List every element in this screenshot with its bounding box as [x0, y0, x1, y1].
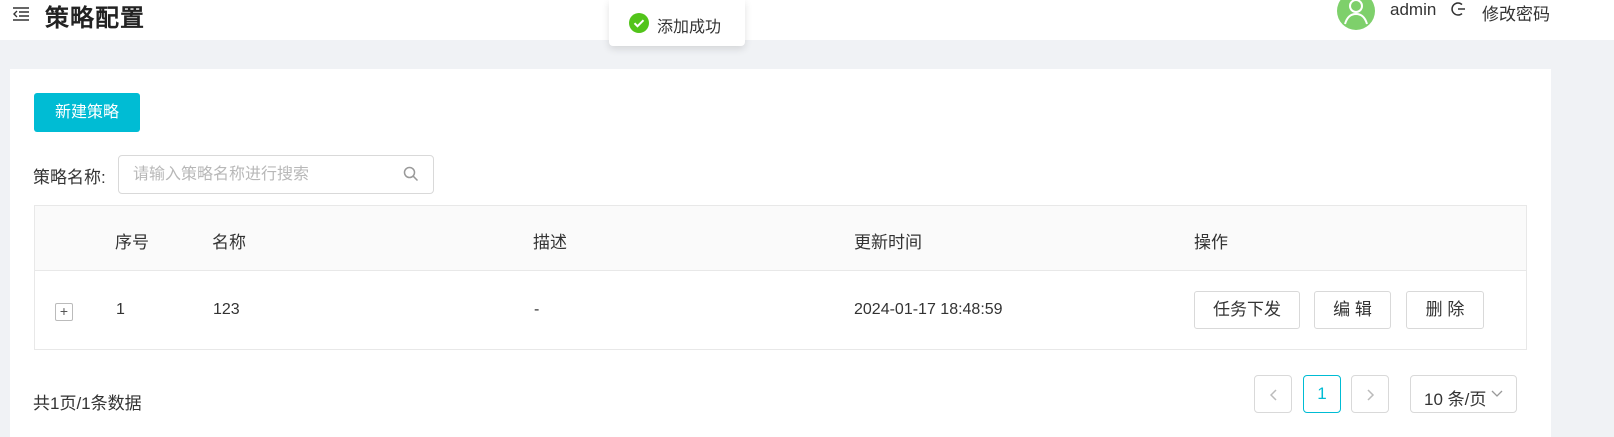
content-card: 新建策略 策略名称: 序号 名称 描述 更新时间 操作 + 1 123 - 20…	[10, 69, 1551, 437]
search-input[interactable]	[133, 164, 393, 186]
username[interactable]: admin	[1390, 0, 1436, 20]
logout-icon[interactable]	[1451, 1, 1467, 17]
strategy-table: 序号 名称 描述 更新时间 操作 + 1 123 - 2024-01-17 18…	[34, 205, 1527, 350]
search-icon[interactable]	[403, 166, 419, 182]
menu-fold-icon[interactable]	[12, 6, 30, 22]
chevron-left-icon	[1269, 389, 1277, 401]
top-bar: 策略配置 admin 修改密码	[0, 0, 1614, 40]
dispatch-task-button[interactable]: 任务下发	[1194, 291, 1300, 329]
expand-row-button[interactable]: +	[55, 303, 73, 321]
cell-updated-time: 2024-01-17 18:48:59	[854, 301, 1003, 318]
avatar[interactable]	[1337, 0, 1375, 30]
prev-page-button[interactable]	[1254, 375, 1292, 413]
change-password-link[interactable]: 修改密码	[1482, 0, 1550, 25]
column-header-index: 序号	[115, 233, 149, 252]
new-strategy-button[interactable]: 新建策略	[34, 93, 140, 132]
table-row: + 1 123 - 2024-01-17 18:48:59 任务下发 编 辑 删…	[35, 271, 1526, 349]
column-header-actions: 操作	[1194, 233, 1228, 252]
toast-message: 添加成功	[657, 19, 722, 36]
edit-button[interactable]: 编 辑	[1314, 291, 1391, 329]
chevron-down-icon	[1491, 390, 1503, 397]
delete-button[interactable]: 删 除	[1406, 291, 1484, 329]
cell-index: 1	[116, 301, 125, 318]
cell-description: -	[534, 301, 540, 318]
search-box	[118, 155, 434, 194]
check-circle-icon	[629, 13, 649, 33]
column-header-description: 描述	[533, 233, 567, 252]
cell-name: 123	[213, 301, 240, 318]
page-title: 策略配置	[45, 5, 145, 32]
page-size-value: 10 条/页	[1424, 390, 1487, 409]
page-1-button[interactable]: 1	[1303, 375, 1341, 413]
column-header-updated: 更新时间	[854, 233, 922, 252]
next-page-button[interactable]	[1351, 375, 1389, 413]
chevron-right-icon	[1367, 389, 1375, 401]
column-header-name: 名称	[212, 233, 246, 252]
search-label: 策略名称:	[33, 168, 106, 187]
page-size-select[interactable]: 10 条/页	[1410, 375, 1517, 413]
table-header: 序号 名称 描述 更新时间 操作	[35, 206, 1526, 271]
success-toast: 添加成功	[609, 0, 745, 46]
user-icon	[1344, 0, 1368, 25]
pagination-summary: 共1页/1条数据	[33, 394, 142, 413]
